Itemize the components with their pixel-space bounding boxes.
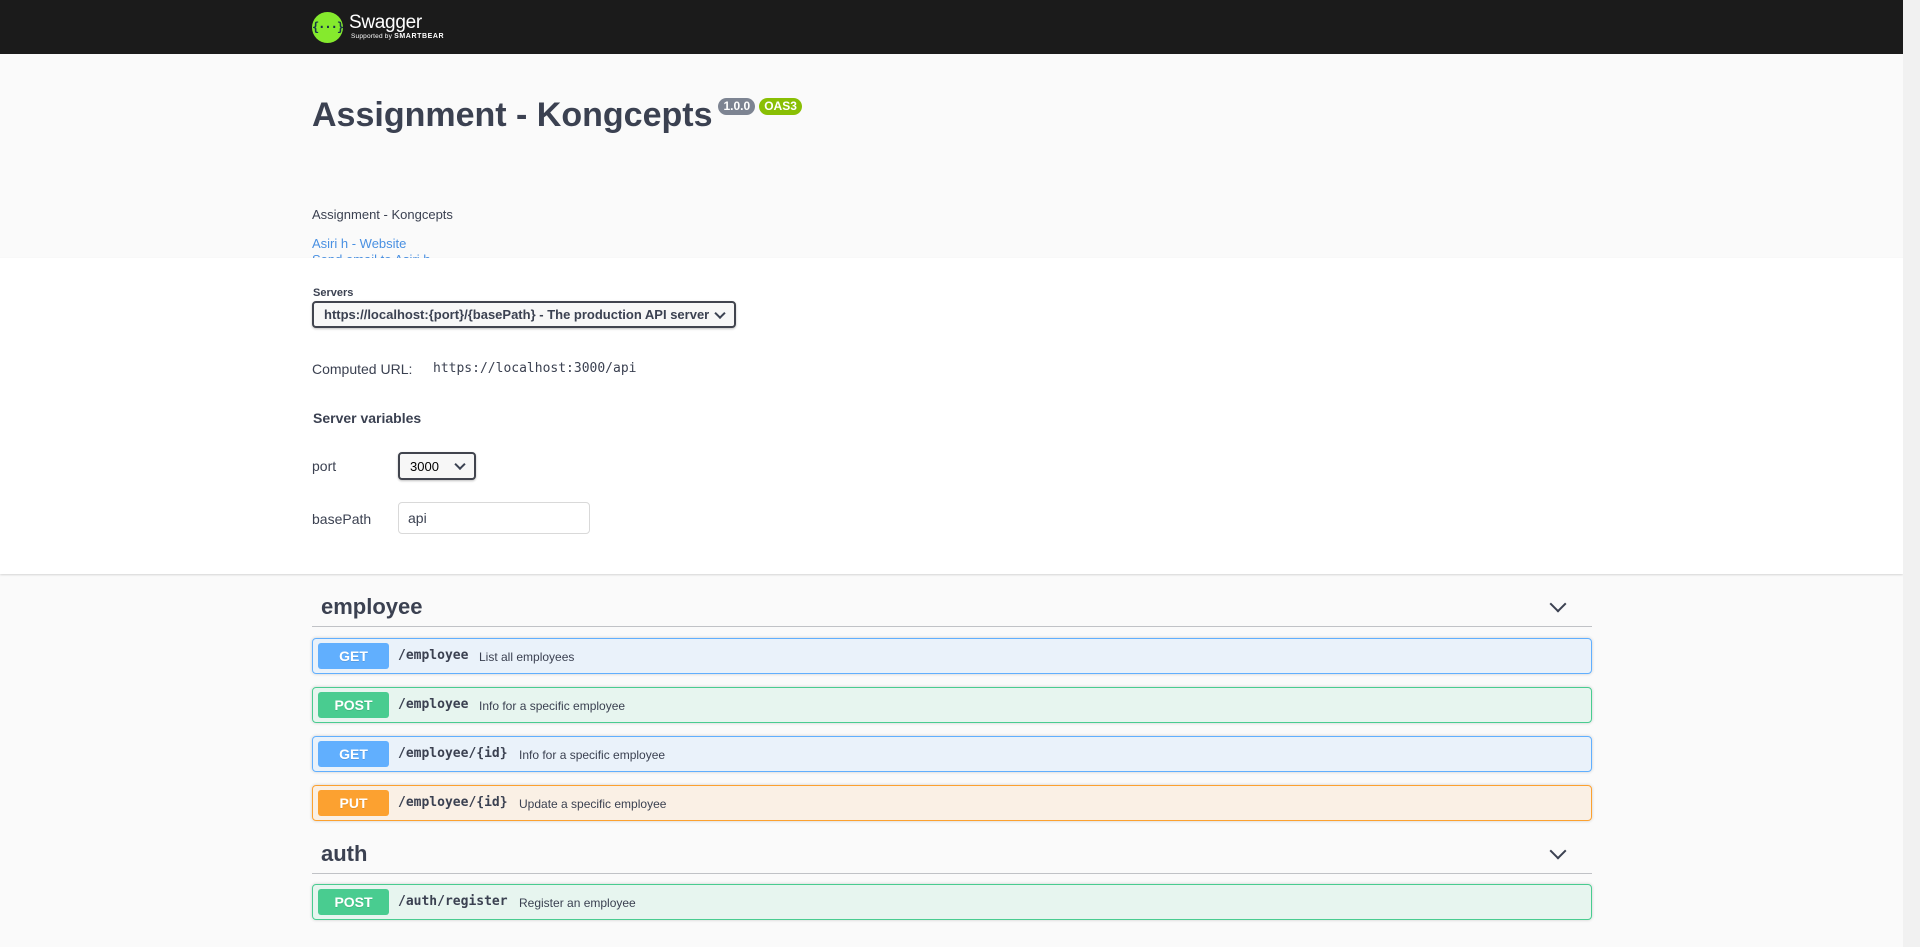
- method-badge: POST: [318, 889, 389, 915]
- operation-summary: List all employees: [479, 650, 575, 664]
- port-select[interactable]: 3000: [398, 452, 476, 480]
- operation-path: /employee: [398, 697, 469, 712]
- computed-url: https://localhost:3000/api: [433, 361, 637, 376]
- method-badge: GET: [318, 741, 389, 767]
- logo-text: Swagger Supported by SMARTBEAR: [349, 13, 444, 41]
- chevron-down-icon: [454, 458, 466, 471]
- oas-badge: OAS3: [759, 98, 802, 115]
- servers-section: Servers https://localhost:{port}/{basePa…: [0, 258, 1903, 574]
- website-link[interactable]: Asiri h - Website: [312, 236, 406, 251]
- server-variables-heading: Server variables: [313, 410, 422, 426]
- operation-summary: Info for a specific employee: [479, 699, 626, 713]
- tag-header-auth[interactable]: auth: [312, 835, 1592, 874]
- info-section: Assignment - Kongcepts 1.0.0 OAS3 Assign…: [0, 54, 1903, 267]
- operation-summary: Update a specific employee: [519, 797, 667, 811]
- scrollbar[interactable]: [1903, 0, 1920, 947]
- opblock-post-employee[interactable]: POST /employee Info for a specific emplo…: [312, 687, 1592, 723]
- computed-url-label: Computed URL:: [312, 361, 413, 377]
- logo-supported-text: Supported by: [351, 33, 393, 40]
- tag-header-employee[interactable]: employee: [312, 588, 1592, 627]
- logo-word: Swagger: [349, 12, 422, 33]
- port-select-value: 3000: [410, 458, 439, 474]
- topbar: {···} Swagger Supported by SMARTBEAR: [0, 0, 1903, 54]
- chevron-down-icon[interactable]: [1549, 842, 1567, 860]
- operation-path: /auth/register: [398, 894, 508, 909]
- basepath-label: basePath: [312, 511, 372, 527]
- swagger-logo[interactable]: {···} Swagger Supported by SMARTBEAR: [312, 9, 444, 45]
- logo-subtitle: Supported by SMARTBEAR: [351, 33, 444, 41]
- servers-label: Servers: [313, 287, 354, 299]
- operation-summary: Info for a specific employee: [519, 748, 666, 762]
- opblock-put-employee-id[interactable]: PUT /employee/{id} Update a specific emp…: [312, 785, 1592, 821]
- chevron-down-icon[interactable]: [1549, 595, 1567, 613]
- chevron-down-icon: [714, 307, 726, 319]
- server-select-value: https://localhost:{port}/{basePath} - Th…: [324, 307, 710, 322]
- opblock-get-employee-id[interactable]: GET /employee/{id} Info for a specific e…: [312, 736, 1592, 772]
- logo-brand: SMARTBEAR: [394, 33, 445, 40]
- page-title: Assignment - Kongcepts 1.0.0 OAS3: [312, 96, 802, 135]
- port-label: port: [312, 458, 337, 474]
- basepath-input[interactable]: [398, 502, 590, 534]
- swagger-logo-icon: {···}: [312, 11, 344, 43]
- version-badge: 1.0.0: [718, 98, 756, 115]
- server-select[interactable]: https://localhost:{port}/{basePath} - Th…: [312, 301, 736, 328]
- opblock-get-employee[interactable]: GET /employee List all employees: [312, 638, 1592, 674]
- operation-path: /employee/{id}: [398, 795, 508, 810]
- operation-path: /employee/{id}: [398, 746, 508, 761]
- operation-summary: Register an employee: [519, 896, 636, 910]
- operation-path: /employee: [398, 648, 469, 663]
- tag-name: auth: [321, 841, 368, 866]
- api-description: Assignment - Kongcepts: [312, 207, 453, 222]
- opblock-post-auth-register[interactable]: POST /auth/register Register an employee: [312, 884, 1592, 920]
- title-text: Assignment - Kongcepts: [312, 96, 713, 134]
- tag-name: employee: [321, 594, 423, 619]
- method-badge: GET: [318, 643, 389, 669]
- method-badge: PUT: [318, 790, 389, 816]
- method-badge: POST: [318, 692, 389, 718]
